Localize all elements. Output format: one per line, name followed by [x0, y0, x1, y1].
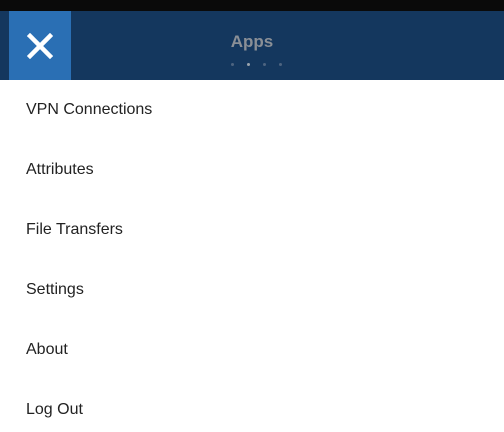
page-dot-3[interactable] — [262, 63, 266, 66]
page-dot-1[interactable] — [230, 63, 234, 66]
menu-item-attributes[interactable]: Attributes — [0, 140, 504, 200]
menu-item-label: Attributes — [26, 161, 94, 178]
page-dot-2[interactable] — [246, 63, 250, 66]
close-x-icon — [27, 32, 53, 59]
menu-item-settings[interactable]: Settings — [0, 260, 504, 320]
page-indicator — [0, 63, 504, 66]
menu-item-label: About — [26, 341, 68, 358]
menu-item-label: Settings — [26, 281, 84, 298]
apps-menu: VPN Connections Attributes File Transfer… — [0, 80, 504, 432]
app-header: Apps — [0, 11, 504, 80]
top-status-strip — [0, 0, 504, 11]
header-title: Apps — [230, 32, 274, 51]
menu-item-label: VPN Connections — [26, 101, 153, 118]
page-dot-4[interactable] — [278, 63, 282, 66]
menu-item-label: File Transfers — [26, 221, 123, 238]
menu-item-label: Log Out — [26, 401, 83, 418]
menu-item-vpn-connections[interactable]: VPN Connections — [0, 80, 504, 140]
menu-item-file-transfers[interactable]: File Transfers — [0, 200, 504, 260]
close-button[interactable] — [9, 11, 71, 80]
menu-item-log-out[interactable]: Log Out — [0, 380, 504, 432]
menu-item-about[interactable]: About — [0, 320, 504, 380]
